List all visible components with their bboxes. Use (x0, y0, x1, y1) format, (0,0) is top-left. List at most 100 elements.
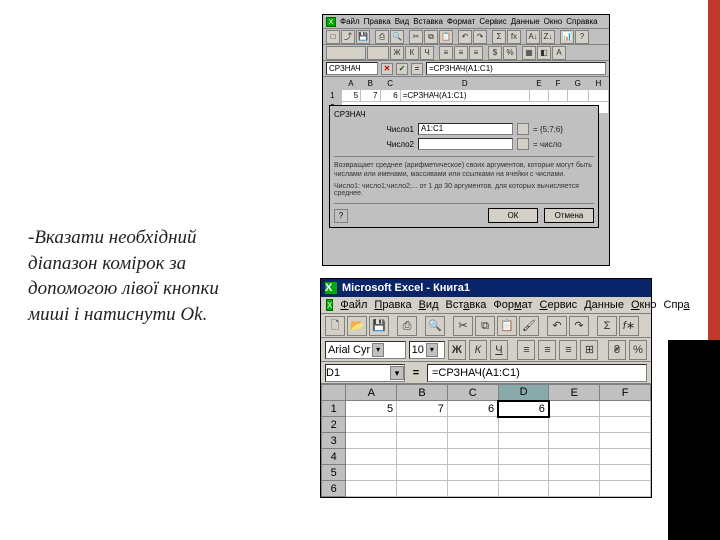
col-D[interactable]: D (400, 78, 529, 90)
row-4[interactable]: 4 (322, 449, 346, 465)
font-combo[interactable]: Arial Cyr ▾ (325, 341, 406, 359)
fx-icon[interactable]: f∗ (619, 316, 639, 336)
cell-C1[interactable]: 6 (447, 401, 498, 417)
menu-insert[interactable]: Вставка (413, 17, 443, 26)
row-2[interactable]: 2 (322, 417, 346, 433)
menu-service[interactable]: Сервис (540, 299, 578, 311)
bold-icon[interactable]: Ж (390, 46, 404, 60)
row-6[interactable]: 6 (322, 481, 346, 497)
brush-icon[interactable]: 🖌 (519, 316, 539, 336)
new-icon[interactable]: 🗋 (325, 316, 345, 336)
align-right-icon[interactable]: ≡ (469, 46, 483, 60)
save-icon[interactable]: 💾 (356, 30, 370, 44)
menu-format[interactable]: Формат (493, 299, 532, 311)
open-icon[interactable]: ⤴ (341, 30, 355, 44)
cell-B1[interactable]: 7 (361, 90, 380, 102)
row-1[interactable]: 1 (322, 401, 346, 417)
size-combo[interactable] (367, 46, 389, 60)
range-select-icon[interactable] (517, 123, 529, 135)
col-D[interactable]: D (498, 385, 549, 401)
fontcolor-icon[interactable]: A (552, 46, 566, 60)
paste-icon[interactable]: 📋 (497, 316, 517, 336)
row-3[interactable]: 3 (322, 433, 346, 449)
accept-formula-icon[interactable]: ✓ (396, 63, 408, 75)
cell-C1[interactable]: 6 (380, 90, 400, 102)
corner-cell[interactable] (322, 385, 346, 401)
col-F[interactable]: F (600, 385, 651, 401)
sort-desc-icon[interactable]: Z↓ (541, 30, 555, 44)
cell-D1[interactable]: 6 (498, 401, 549, 417)
chart-icon[interactable]: 📊 (560, 30, 574, 44)
col-B[interactable]: B (397, 385, 448, 401)
cell-D1[interactable]: =СРЗНАЧ(A1:C1) (400, 90, 529, 102)
cell-A1[interactable]: 5 (341, 90, 360, 102)
row-1[interactable]: 1 (324, 90, 342, 102)
col-E[interactable]: E (529, 78, 548, 90)
currency-icon[interactable]: $ (488, 46, 502, 60)
menu-edit[interactable]: Правка (364, 17, 391, 26)
fill-icon[interactable]: ◧ (537, 46, 551, 60)
menu-data[interactable]: Данные (584, 299, 624, 311)
field1-input[interactable]: A1:C1 (418, 123, 513, 135)
italic-button[interactable]: К (469, 340, 487, 360)
col-A[interactable]: A (346, 385, 397, 401)
dropdown-arrow-icon[interactable]: ▾ (390, 366, 404, 380)
cell-B1[interactable]: 7 (397, 401, 448, 417)
borders-icon[interactable]: ▦ (522, 46, 536, 60)
cancel-button[interactable]: Отмена (544, 208, 594, 223)
menu-file[interactable]: Файл (340, 17, 360, 26)
align-center-icon[interactable]: ≡ (454, 46, 468, 60)
name-box[interactable]: D1 ▾ (325, 364, 405, 382)
size-combo[interactable]: 10 ▾ (409, 341, 445, 359)
range-select-icon-2[interactable] (517, 138, 529, 150)
col-G[interactable]: G (567, 78, 588, 90)
percent-icon[interactable]: % (503, 46, 517, 60)
menu-data[interactable]: Данные (511, 17, 540, 26)
merge-icon[interactable]: ⊞ (580, 340, 598, 360)
cut-icon[interactable]: ✂ (453, 316, 473, 336)
percent-button[interactable]: % (629, 340, 647, 360)
help-icon[interactable]: ? (575, 30, 589, 44)
underline-icon[interactable]: Ч (420, 46, 434, 60)
undo-icon[interactable]: ↶ (458, 30, 472, 44)
cell-A1[interactable]: 5 (346, 401, 397, 417)
print-icon[interactable]: ⎙ (397, 316, 417, 336)
col-C[interactable]: C (447, 385, 498, 401)
open-icon[interactable]: 📂 (347, 316, 367, 336)
menu-format[interactable]: Формат (447, 17, 475, 26)
sort-asc-icon[interactable]: A↓ (526, 30, 540, 44)
copy-icon[interactable]: ⧉ (475, 316, 495, 336)
equals-icon[interactable]: = (411, 63, 423, 75)
align-left-icon[interactable]: ≡ (517, 340, 535, 360)
redo-icon[interactable]: ↷ (569, 316, 589, 336)
font-combo[interactable] (326, 46, 366, 60)
print-icon[interactable]: ⎙ (375, 30, 389, 44)
menu-edit[interactable]: Правка (374, 299, 411, 311)
cut-icon[interactable]: ✂ (409, 30, 423, 44)
menu-help[interactable]: Справка (566, 17, 597, 26)
ok-button[interactable]: ОК (488, 208, 538, 223)
help-button[interactable]: ? (334, 209, 348, 223)
preview-icon[interactable]: 🔍 (390, 30, 404, 44)
col-E[interactable]: E (549, 385, 600, 401)
menu-view[interactable]: Вид (419, 299, 439, 311)
bold-button[interactable]: Ж (448, 340, 466, 360)
cancel-formula-icon[interactable]: ✕ (381, 63, 393, 75)
cell-E1[interactable] (529, 90, 548, 102)
sum-icon[interactable]: Σ (492, 30, 506, 44)
save-icon[interactable]: 💾 (369, 316, 389, 336)
field2-input[interactable] (418, 138, 513, 150)
menu-view[interactable]: Вид (395, 17, 409, 26)
dropdown-arrow-icon[interactable]: ▾ (372, 343, 384, 357)
menu-window[interactable]: Окно (544, 17, 563, 26)
fx-icon[interactable]: fx (507, 30, 521, 44)
dropdown-arrow-icon[interactable]: ▾ (426, 343, 438, 357)
col-B[interactable]: B (361, 78, 380, 90)
menu-window[interactable]: Окно (631, 299, 657, 311)
undo-icon[interactable]: ↶ (547, 316, 567, 336)
cell-G1[interactable] (567, 90, 588, 102)
cell-H1[interactable] (588, 90, 608, 102)
formula-input[interactable]: =СРЗНАЧ(A1:C1) (427, 364, 647, 382)
align-center-icon[interactable]: ≡ (538, 340, 556, 360)
col-H[interactable]: H (588, 78, 608, 90)
